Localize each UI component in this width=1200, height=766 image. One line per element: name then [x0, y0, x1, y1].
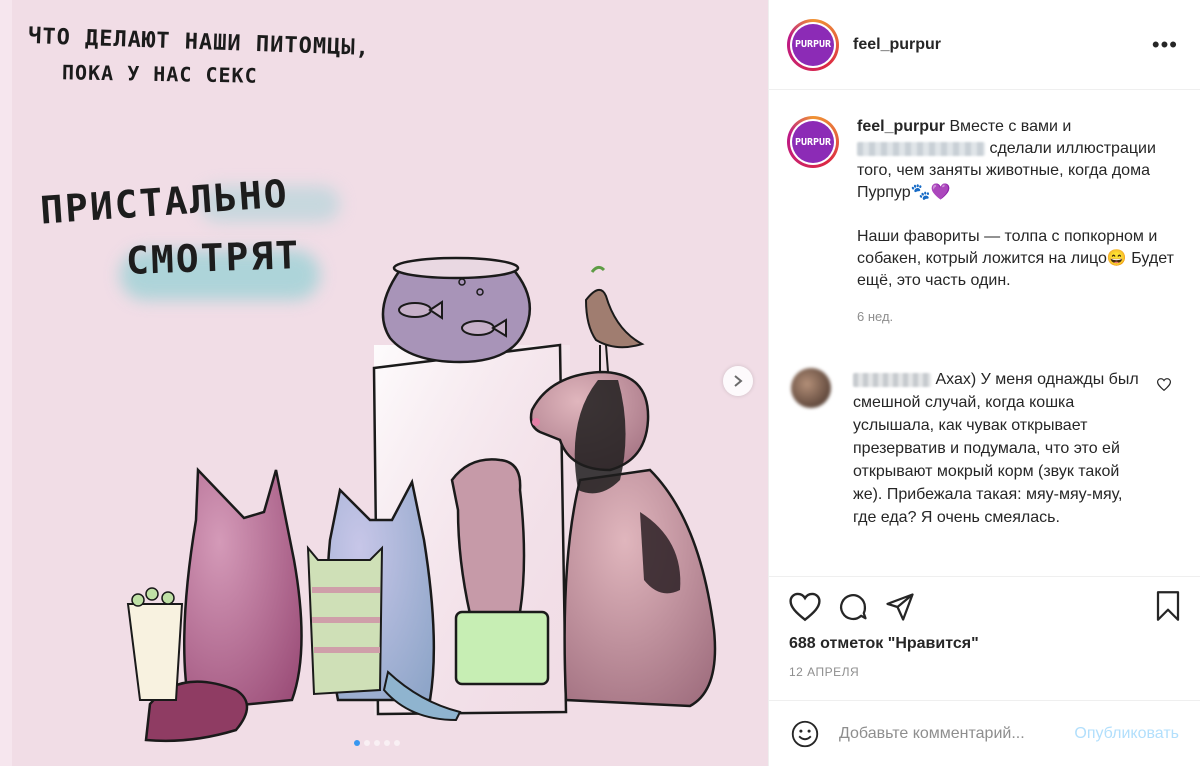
post-image[interactable]: ЧТО ДЕЛАЮТ НАШИ ПИТОМЦЫ, ПОКА У НАС СЕКС…: [0, 0, 768, 766]
comment-item: Ахах) У меня однажды был смешной случай,…: [787, 368, 1187, 529]
avatar-border: PURPUR: [790, 21, 836, 68]
comment-icon[interactable]: [837, 592, 869, 622]
caption-username[interactable]: feel_purpur: [857, 118, 945, 135]
share-icon[interactable]: [885, 592, 915, 622]
comment-like-icon[interactable]: [1156, 378, 1172, 396]
likes-count[interactable]: 688 отметок "Нравится": [789, 635, 1183, 653]
fishbowl: [381, 256, 532, 364]
bird: [584, 265, 645, 373]
post-date[interactable]: 12 АПРЕЛЯ: [789, 665, 1183, 679]
carousel-dot[interactable]: [354, 740, 360, 746]
post-panel: PURPUR feel_purpur ••• PURPUR feel_purpu…: [768, 0, 1200, 766]
post-actions: 688 отметок "Нравится" 12 АПРЕЛЯ: [769, 576, 1200, 679]
caption-time[interactable]: 6 нед.: [857, 306, 1187, 328]
action-icons: [789, 591, 1183, 623]
next-slide-button[interactable]: [723, 366, 753, 396]
caption-line1: Вместе с вами и: [949, 118, 1072, 135]
caption-text: feel_purpur Вместе с вами и сделали иллю…: [857, 116, 1187, 328]
avatar-logo: PURPUR: [792, 23, 834, 66]
avatar-border: PURPUR: [790, 119, 836, 165]
caption: PURPUR feel_purpur Вместе с вами и сдела…: [787, 116, 1187, 328]
heart-icon[interactable]: [789, 592, 821, 622]
comment-text: Ахах) У меня однажды был смешной случай,…: [853, 371, 1139, 526]
carousel-dots: [354, 740, 400, 746]
pets-illustration: [126, 256, 717, 743]
caption-avatar[interactable]: PURPUR: [787, 116, 839, 168]
avatar-logo: PURPUR: [792, 121, 834, 163]
blurred-mention[interactable]: [857, 141, 985, 156]
comment-input[interactable]: [839, 724, 1061, 743]
avatar[interactable]: PURPUR: [787, 18, 839, 71]
commenter-avatar[interactable]: [791, 368, 831, 408]
comment-bar: Опубликовать: [769, 700, 1200, 766]
carousel-dot[interactable]: [364, 740, 370, 746]
carousel-dot[interactable]: [374, 740, 380, 746]
post-header: PURPUR feel_purpur •••: [769, 0, 1200, 90]
blurred-commenter-name[interactable]: [853, 372, 931, 387]
carousel-dot[interactable]: [394, 740, 400, 746]
bookmark-icon[interactable]: [1155, 591, 1181, 621]
caption-paragraph2: Наши фавориты — толпа с попкорном и соба…: [857, 228, 1174, 289]
post-comment-button[interactable]: Опубликовать: [1074, 725, 1179, 743]
striped-cat: [306, 545, 384, 696]
chevron-right-icon: [734, 375, 743, 387]
carousel-dot[interactable]: [384, 740, 390, 746]
emoji-icon[interactable]: [791, 720, 819, 748]
comment-text-block: Ахах) У меня однажды был смешной случай,…: [853, 368, 1145, 529]
popcorn: [126, 587, 184, 701]
caption-emoji: 🐾💜: [910, 184, 951, 201]
header-username[interactable]: feel_purpur: [853, 36, 941, 54]
more-options-icon[interactable]: •••: [1152, 34, 1178, 56]
